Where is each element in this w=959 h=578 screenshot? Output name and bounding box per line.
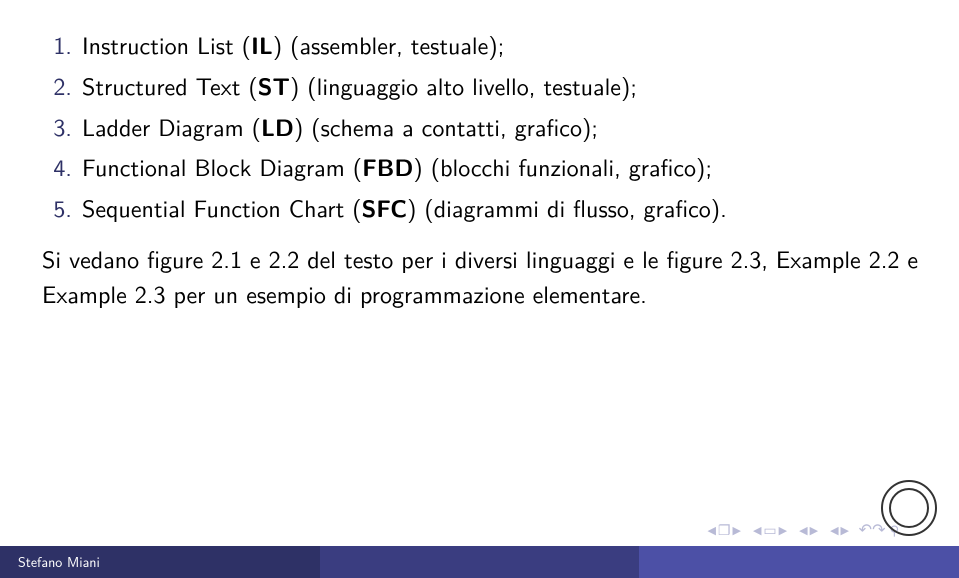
item-text-post: ) (schema a contatti, grafico); xyxy=(294,109,598,144)
footer-author-segment: Stefano Miani xyxy=(0,546,320,578)
item-text-pre: Sequential Function Chart ( xyxy=(82,190,362,225)
item-text-pre: Instruction List ( xyxy=(82,27,251,62)
item-text-bold: SFC xyxy=(362,191,407,225)
item-number: 5. xyxy=(38,191,72,226)
nav-sec-group: ◀ ▶ xyxy=(830,522,849,538)
prev-sec-icon[interactable]: ◀ xyxy=(830,522,838,538)
next-frame-icon[interactable]: ▶ xyxy=(779,522,787,538)
item-text-post: ) (diagrammi di flusso, grafico). xyxy=(407,190,727,225)
beamer-nav-bar: ◀ ❐ ▶ ◀ ▭ ▶ ◀ ▶ ◀ ▶ xyxy=(707,520,849,540)
frame-icon[interactable]: ❐ xyxy=(718,520,731,540)
enumerated-list: 1. Instruction List (IL) (assembler, tes… xyxy=(38,28,921,232)
item-text-bold: ST xyxy=(258,69,290,103)
item-text-bold: LD xyxy=(261,110,294,144)
list-item: 2. Structured Text (ST) (linguaggio alto… xyxy=(38,69,921,110)
nav-frame-group: ◀ ▭ ▶ xyxy=(753,520,787,540)
item-text-post: ) (assembler, testuale); xyxy=(273,27,505,62)
item-text-pre: Functional Block Diagram ( xyxy=(82,149,362,184)
item-number: 3. xyxy=(38,110,72,145)
item-number: 1. xyxy=(38,28,72,63)
list-item: 4. Functional Block Diagram (FBD) (blocc… xyxy=(38,150,921,191)
next-sub-icon[interactable]: ▶ xyxy=(810,522,818,538)
prev-frame-icon[interactable]: ◀ xyxy=(753,522,761,538)
item-number: 2. xyxy=(38,69,72,104)
item-text-pre: Structured Text ( xyxy=(82,68,258,103)
footer-author: Stefano Miani xyxy=(0,552,100,572)
next-sec-icon[interactable]: ▶ xyxy=(841,522,849,538)
nav-slide-group: ◀ ❐ ▶ xyxy=(707,520,741,540)
prev-slide-icon[interactable]: ◀ xyxy=(707,522,715,538)
nav-sub-group: ◀ ▶ xyxy=(799,522,818,538)
item-number: 4. xyxy=(38,150,72,185)
item-text-bold: IL xyxy=(251,28,273,62)
item-text-bold: FBD xyxy=(362,150,413,184)
item-text-post: ) (blocchi funzionali, grafico); xyxy=(413,149,712,184)
footer-bar: Stefano Miani xyxy=(0,546,959,578)
footer-date-segment xyxy=(639,546,959,578)
next-slide-icon[interactable]: ▶ xyxy=(732,522,740,538)
list-item: 3. Ladder Diagram (LD) (schema a contatt… xyxy=(38,110,921,151)
undo-icon[interactable]: ↶ xyxy=(859,517,872,540)
paragraph: Si vedano figure 2.1 e 2.2 del testo per… xyxy=(38,242,921,312)
overlay-icon[interactable]: ▭ xyxy=(763,520,776,540)
footer-title-segment xyxy=(320,546,640,578)
slide-body: 1. Instruction List (IL) (assembler, tes… xyxy=(0,0,959,312)
university-seal-icon xyxy=(881,480,937,536)
prev-sub-icon[interactable]: ◀ xyxy=(799,522,807,538)
list-item: 1. Instruction List (IL) (assembler, tes… xyxy=(38,28,921,69)
list-item: 5. Sequential Function Chart (SFC) (diag… xyxy=(38,191,921,232)
item-text-post: ) (linguaggio alto livello, testuale); xyxy=(290,68,637,103)
item-text-pre: Ladder Diagram ( xyxy=(82,109,261,144)
